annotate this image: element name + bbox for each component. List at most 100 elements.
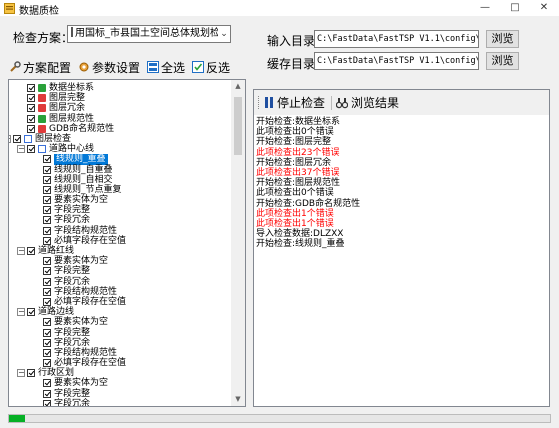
tree-node[interactable]: 线规则_自重叠 xyxy=(9,165,233,175)
tree-checkbox[interactable] xyxy=(43,155,51,164)
param-settings-button[interactable]: 参数设置 xyxy=(78,59,140,76)
tree-checkbox[interactable] xyxy=(43,318,51,327)
scheme-config-button[interactable]: 方案配置 xyxy=(9,59,71,76)
maximize-button[interactable]: □ xyxy=(500,0,530,16)
tree-node[interactable]: 图层完整 xyxy=(9,93,233,103)
input-browse-button[interactable]: 浏览 xyxy=(486,30,519,48)
tree-node[interactable]: 线规则_节点重复 xyxy=(9,185,233,195)
tree-checkbox[interactable] xyxy=(43,328,51,337)
tree-node[interactable]: 字段冗余 xyxy=(9,215,233,225)
tree-checkbox[interactable] xyxy=(43,287,51,296)
tree-node-label: 要素实体为空 xyxy=(54,195,109,206)
tree-node[interactable]: − 道路中心线 xyxy=(9,144,233,154)
tree-node[interactable]: 线规则_自相交 xyxy=(9,175,233,185)
scroll-thumb[interactable] xyxy=(234,97,242,155)
tree-node[interactable]: 必填字段存在空值 xyxy=(9,236,233,246)
tree-node[interactable]: 线规则_重叠 xyxy=(9,154,233,165)
tree-checkbox[interactable] xyxy=(43,236,51,245)
scroll-up-icon[interactable]: ▲ xyxy=(231,80,245,93)
tree-collapse-icon[interactable]: − xyxy=(17,145,25,154)
browse-results-button[interactable]: 浏览结果 xyxy=(336,94,399,111)
tree-checkbox[interactable] xyxy=(43,196,51,205)
input-dir-field[interactable]: C:\FastData\FastTSP V1.1\config\Sam xyxy=(314,30,479,48)
tree-checkbox[interactable] xyxy=(43,267,51,276)
tree-node[interactable]: 字段完整 xyxy=(9,266,233,276)
tree-collapse-icon[interactable]: − xyxy=(17,247,25,255)
tree-checkbox[interactable] xyxy=(43,165,51,174)
tree-collapse-icon[interactable]: − xyxy=(17,308,25,317)
tree-node[interactable]: − 图层检查 xyxy=(9,134,233,144)
tree-node-label: 线规则_节点重复 xyxy=(54,184,122,195)
tree-checkbox[interactable] xyxy=(27,247,35,255)
cache-browse-button[interactable]: 浏览 xyxy=(486,52,519,70)
tree-collapse-icon[interactable]: − xyxy=(9,134,11,143)
tree-node-label: 图层完整 xyxy=(49,93,86,104)
tree-checkbox[interactable] xyxy=(43,379,51,388)
tree-checkbox[interactable] xyxy=(43,389,51,398)
tree-node[interactable]: 字段结构规范性 xyxy=(9,348,233,358)
chevron-down-icon[interactable]: ⌄ xyxy=(218,26,230,42)
tree-node-label: 图层规范性 xyxy=(49,113,95,124)
tree-node[interactable]: 数据坐标系 xyxy=(9,83,233,93)
tree-checkbox[interactable] xyxy=(43,297,51,306)
tree-checkbox[interactable] xyxy=(43,216,51,225)
tree-node-label: 字段完整 xyxy=(54,327,91,338)
tree-checkbox[interactable] xyxy=(43,226,51,235)
tree-node[interactable]: 字段结构规范性 xyxy=(9,226,233,236)
tree-checkbox[interactable] xyxy=(43,399,51,406)
tree-node[interactable]: 要素实体为空 xyxy=(9,195,233,205)
tree-node[interactable]: 图层冗余 xyxy=(9,103,233,113)
tree-node[interactable]: − 道路红线 xyxy=(9,246,233,256)
tree-scrollbar[interactable]: ▲ ▼ xyxy=(231,80,245,406)
tree-checkbox[interactable] xyxy=(43,359,51,368)
log-line-error: 此项检查出37个错误 xyxy=(256,167,340,178)
tree-node[interactable]: 字段完整 xyxy=(9,389,233,399)
tree-checkbox[interactable] xyxy=(43,175,51,184)
tree-checkbox[interactable] xyxy=(27,308,35,317)
tree-checkbox[interactable] xyxy=(27,114,35,123)
stop-check-button[interactable]: 停止检查 xyxy=(265,94,325,111)
tree-node[interactable]: − 道路边线 xyxy=(9,307,233,317)
app-icon xyxy=(4,3,15,14)
tree-node-label: 要素实体为空 xyxy=(54,317,109,328)
tree-node-label: 字段冗余 xyxy=(54,276,91,287)
tree-checkbox[interactable] xyxy=(43,206,51,215)
minimize-button[interactable]: — xyxy=(470,0,500,16)
close-button[interactable]: ✕ xyxy=(529,0,559,16)
tree-collapse-icon[interactable]: − xyxy=(17,369,25,378)
tree-node[interactable]: 字段冗余 xyxy=(9,399,233,406)
log-line-error: 此项检查出23个错误 xyxy=(256,147,340,158)
tree-node[interactable]: 字段完整 xyxy=(9,205,233,215)
tree-checkbox[interactable] xyxy=(43,277,51,286)
scheme-dropdown[interactable]: 用国标_市县国土空间总体规划检查方案 ⌄ xyxy=(67,25,231,43)
tree-checkbox[interactable] xyxy=(13,134,21,143)
tree-checkbox[interactable] xyxy=(43,338,51,347)
check-item-tree[interactable]: 数据坐标系图层完整图层冗余图层规范性GDB命名规范性 − 图层检查 − 道路中心线线规则… xyxy=(8,79,246,407)
tree-checkbox[interactable] xyxy=(27,124,35,133)
tree-checkbox[interactable] xyxy=(27,145,35,154)
tree-node[interactable]: 字段冗余 xyxy=(9,277,233,287)
tree-node[interactable]: 字段冗余 xyxy=(9,338,233,348)
invert-select-button[interactable]: 反选 xyxy=(192,59,230,76)
log-line: 开始检查:图层规范性 xyxy=(256,178,341,189)
tree-checkbox[interactable] xyxy=(27,369,35,378)
tree-checkbox[interactable] xyxy=(27,104,35,113)
tree-node[interactable]: GDB命名规范性 xyxy=(9,124,233,134)
tree-checkbox[interactable] xyxy=(43,185,51,194)
tree-node[interactable]: 必填字段存在空值 xyxy=(9,358,233,368)
tree-checkbox[interactable] xyxy=(43,348,51,357)
tree-checkbox[interactable] xyxy=(27,84,35,92)
tree-node[interactable]: 图层规范性 xyxy=(9,114,233,124)
tree-node[interactable]: 要素实体为空 xyxy=(9,317,233,327)
tree-node[interactable]: 字段完整 xyxy=(9,328,233,338)
tree-checkbox[interactable] xyxy=(27,94,35,103)
tree-node[interactable]: 要素实体为空 xyxy=(9,378,233,388)
tree-node[interactable]: 必填字段存在空值 xyxy=(9,297,233,307)
tree-node[interactable]: 字段结构规范性 xyxy=(9,287,233,297)
cache-dir-field[interactable]: C:\FastData\FastTSP V1.1\config\Sam xyxy=(314,52,479,70)
tree-node[interactable]: − 行政区划 xyxy=(9,368,233,378)
tree-node[interactable]: 要素实体为空 xyxy=(9,256,233,266)
tree-checkbox[interactable] xyxy=(43,257,51,266)
select-all-button[interactable]: 全选 xyxy=(147,59,185,76)
scroll-down-icon[interactable]: ▼ xyxy=(231,393,245,406)
